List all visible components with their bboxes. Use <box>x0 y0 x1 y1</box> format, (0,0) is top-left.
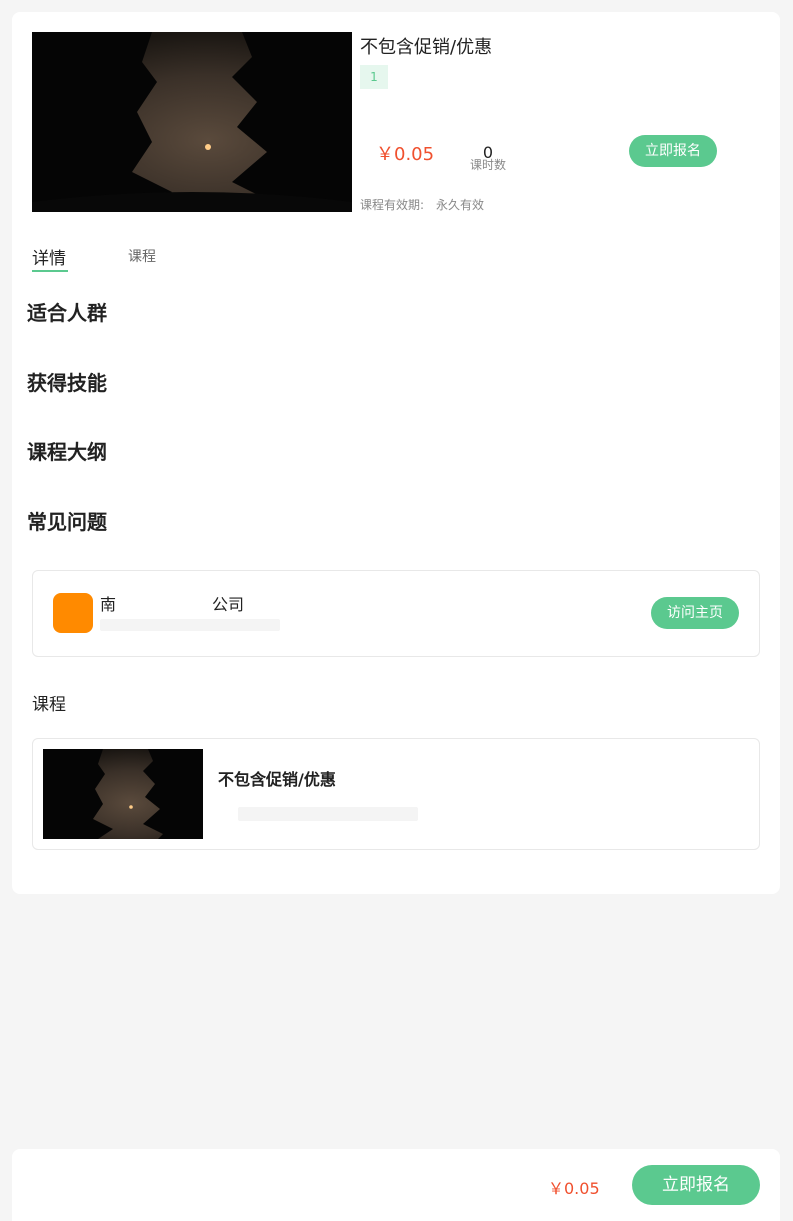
organization-subtitle-redacted <box>100 619 280 631</box>
course-item-title: 不包含促销/优惠 <box>218 770 336 789</box>
organization-name: 南 公司 <box>100 595 245 614</box>
course-cover-image <box>32 32 352 212</box>
course-title: 不包含促销/优惠 <box>360 37 493 58</box>
bottom-price: ￥0.05 <box>548 1179 600 1198</box>
tab-details[interactable]: 详情 <box>32 244 66 269</box>
lesson-count-label: 课时数 <box>469 158 506 172</box>
course-price: ￥0.05 <box>376 144 435 165</box>
course-item-subtitle-redacted <box>238 807 418 821</box>
section-skills-heading: 获得技能 <box>27 371 107 395</box>
section-audience-heading: 适合人群 <box>27 301 107 325</box>
organization-card: 南 公司 访问主页 <box>32 570 760 657</box>
validity-value: 永久有效 <box>436 198 485 212</box>
courses-heading: 课程 <box>32 695 66 715</box>
section-faq-heading: 常见问题 <box>27 510 107 534</box>
tab-courses[interactable]: 课程 <box>128 246 156 266</box>
active-tab-indicator <box>32 270 68 272</box>
section-outline-heading: 课程大纲 <box>27 440 107 464</box>
course-thumbnail <box>43 749 203 839</box>
bottom-action-bar: ￥0.05 立即报名 <box>12 1149 780 1221</box>
organization-logo <box>53 593 93 633</box>
visit-homepage-button[interactable]: 访问主页 <box>651 597 739 629</box>
enroll-button[interactable]: 立即报名 <box>629 135 717 167</box>
course-detail-card: 不包含促销/优惠 1 ￥0.05 0 课时数 立即报名 课程有效期: 永久有效 … <box>12 12 780 894</box>
course-tag-badge: 1 <box>360 65 388 89</box>
bottom-enroll-button[interactable]: 立即报名 <box>632 1165 760 1205</box>
course-list-item[interactable]: 不包含促销/优惠 <box>32 738 760 850</box>
validity-label: 课程有效期: <box>360 198 425 212</box>
